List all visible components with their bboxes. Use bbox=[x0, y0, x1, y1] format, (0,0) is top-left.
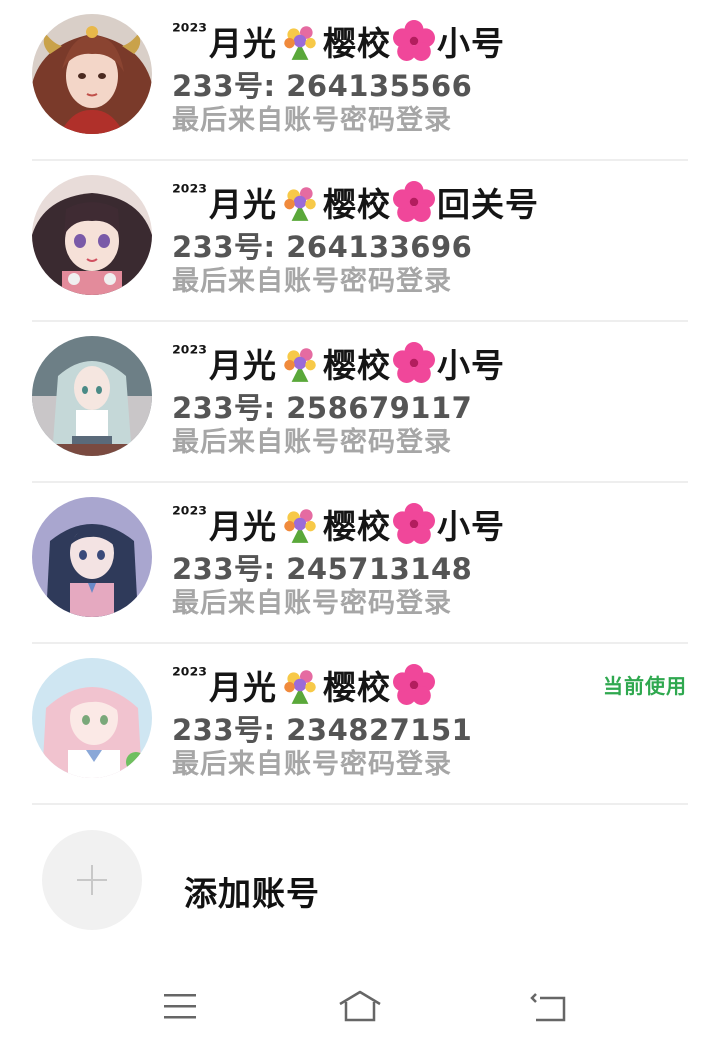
hibiscus-icon bbox=[393, 503, 436, 544]
hibiscus-icon bbox=[393, 664, 436, 705]
avatar bbox=[32, 497, 152, 617]
bouquet-icon bbox=[284, 187, 316, 221]
bouquet-icon bbox=[284, 26, 316, 60]
account-name: ²⁰²³ 月光 樱校 小号 bbox=[172, 500, 505, 548]
hibiscus-icon bbox=[393, 20, 436, 61]
avatar bbox=[32, 14, 152, 134]
login-method: 最后来自账号密码登录 bbox=[172, 749, 452, 780]
home-icon[interactable] bbox=[336, 986, 384, 1026]
name-part2: 樱校 bbox=[323, 346, 392, 385]
account-item[interactable]: ²⁰²³ 月光 樱校 小号 233号: 264135566 最后来自账号密码登录 bbox=[0, 0, 720, 161]
account-item[interactable]: ²⁰²³ 月光 樱校 回关号 233号: 264133696 最后来自账号密码登… bbox=[0, 161, 720, 322]
current-use-badge: 当前使用 bbox=[603, 674, 687, 698]
name-part1: 月光 bbox=[209, 185, 278, 224]
name-part1: 月光 bbox=[209, 507, 278, 546]
bouquet-icon bbox=[284, 348, 316, 382]
login-method: 最后来自账号密码登录 bbox=[172, 266, 452, 297]
add-account-label: 添加账号 bbox=[184, 874, 320, 913]
system-nav-bar bbox=[0, 970, 720, 1048]
hibiscus-icon bbox=[393, 342, 436, 383]
account-item[interactable]: ²⁰²³ 月光 樱校 小号 233号: 258679117 最后来自账号密码登录 bbox=[0, 322, 720, 483]
account-item-current[interactable]: ²⁰²³ 月光 樱校 当前使用 233号: 234827151 最后来自账号密码… bbox=[0, 644, 720, 805]
avatar bbox=[32, 175, 152, 295]
account-name: ²⁰²³ 月光 樱校 小号 bbox=[172, 339, 505, 387]
name-prefix: ²⁰²³ bbox=[172, 19, 208, 43]
login-method: 最后来自账号密码登录 bbox=[172, 588, 452, 619]
back-icon[interactable] bbox=[526, 986, 574, 1026]
name-part2: 樱校 bbox=[323, 507, 392, 546]
bouquet-icon bbox=[284, 509, 316, 543]
menu-icon[interactable] bbox=[156, 986, 204, 1026]
name-part1: 月光 bbox=[209, 346, 278, 385]
account-item[interactable]: ²⁰²³ 月光 樱校 小号 233号: 245713148 最后来自账号密码登录 bbox=[0, 483, 720, 644]
name-prefix: ²⁰²³ bbox=[172, 502, 208, 526]
name-part2: 樱校 bbox=[323, 24, 392, 63]
name-part2: 樱校 bbox=[323, 185, 392, 224]
name-prefix: ²⁰²³ bbox=[172, 341, 208, 365]
account-list: ²⁰²³ 月光 樱校 小号 233号: 264135566 最后来自账号密码登录… bbox=[0, 0, 720, 805]
avatar bbox=[32, 336, 152, 456]
name-prefix: ²⁰²³ bbox=[172, 180, 208, 204]
name-part1: 月光 bbox=[209, 24, 278, 63]
login-method: 最后来自账号密码登录 bbox=[172, 427, 452, 458]
name-prefix: ²⁰²³ bbox=[172, 663, 208, 687]
name-part2: 樱校 bbox=[323, 668, 392, 707]
add-account-button[interactable]: 添加账号 bbox=[0, 818, 720, 938]
bouquet-icon bbox=[284, 670, 316, 704]
divider bbox=[32, 803, 688, 805]
name-suffix: 小号 bbox=[437, 346, 506, 385]
name-suffix: 小号 bbox=[437, 507, 506, 546]
name-part1: 月光 bbox=[209, 668, 278, 707]
hibiscus-icon bbox=[393, 181, 436, 222]
account-name: ²⁰²³ 月光 樱校 回关号 bbox=[172, 178, 539, 226]
account-name: ²⁰²³ 月光 樱校 bbox=[172, 661, 437, 709]
account-name: ²⁰²³ 月光 樱校 小号 bbox=[172, 17, 505, 65]
plus-icon[interactable] bbox=[42, 830, 142, 930]
login-method: 最后来自账号密码登录 bbox=[172, 105, 452, 136]
avatar bbox=[32, 658, 152, 778]
name-suffix: 回关号 bbox=[437, 185, 540, 224]
name-suffix: 小号 bbox=[437, 24, 506, 63]
